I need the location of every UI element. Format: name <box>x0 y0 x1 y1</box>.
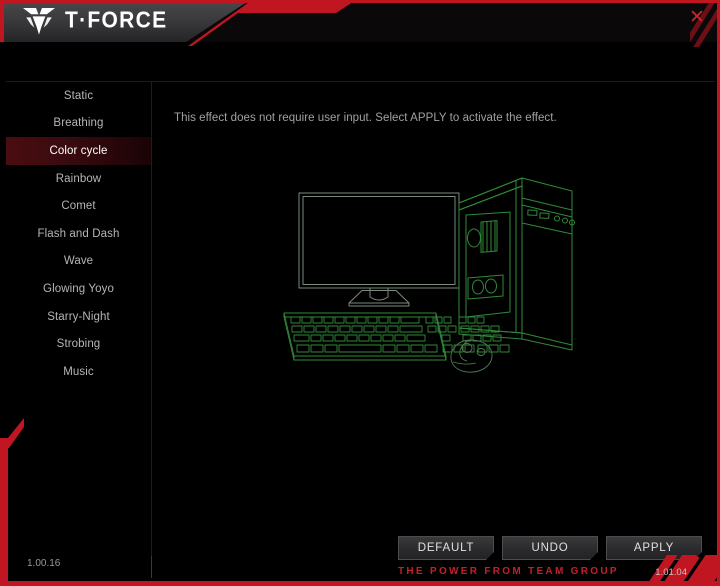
sidebar-item-label: Strobing <box>56 338 101 351</box>
sidebar-item-label: Static <box>63 89 94 102</box>
sidebar-item-label: Music <box>63 365 94 378</box>
sidebar-item-starry-night[interactable]: Starry-Night <box>6 303 151 331</box>
undo-button[interactable]: UNDO <box>502 536 598 560</box>
sidebar-item-wave[interactable]: Wave <box>6 248 151 276</box>
footer-divider <box>151 556 152 578</box>
sidebar-item-strobing[interactable]: Strobing <box>6 330 151 358</box>
close-button[interactable]: ✕ <box>684 5 710 29</box>
sidebar-item-label: Glowing Yoyo <box>43 282 114 295</box>
effects-sidebar: Static Breathing Color cycle Rainbow Comet Fl… <box>6 82 151 412</box>
sidebar-item-label: Rainbow <box>55 172 102 185</box>
effect-hint-text: This effect does not require user input.… <box>174 112 557 124</box>
title-bar: T·FORCE ✕ <box>0 0 720 47</box>
sub-header-bar <box>0 42 720 81</box>
sidebar-item-label: Breathing <box>53 117 104 130</box>
tforce-app-window: T·FORCE ✕ ON OFF StaticBreathingColor cy… <box>0 0 720 586</box>
default-button[interactable]: DEFAULT <box>398 536 494 560</box>
window-frame-left-upper <box>0 0 4 42</box>
sidebar-item-rainbow[interactable]: Rainbow <box>6 165 151 193</box>
sidebar-item-label: Flash and Dash <box>37 227 120 240</box>
sidebar-item-flash-and-dash[interactable]: Flash and Dash <box>6 220 151 248</box>
sidebar-divider <box>151 81 152 571</box>
sidebar-item-label: Starry-Night <box>47 310 110 323</box>
sidebar-item-label: Comet <box>61 200 96 213</box>
sidebar-item-comet[interactable]: Comet <box>6 192 151 220</box>
sidebar-item-breathing[interactable]: Breathing <box>6 110 151 138</box>
version-right: 1.01.04 <box>655 567 687 578</box>
brand-title: T·FORCE <box>65 7 168 34</box>
sidebar-item-static[interactable]: Static <box>6 82 151 110</box>
sidebar-item-color-cycle[interactable]: Color cycle <box>6 137 151 165</box>
header-separator <box>6 81 715 82</box>
window-frame-bottom <box>0 581 720 586</box>
desktop-pc-illustration <box>270 170 590 380</box>
sidebar-item-glowing-yoyo[interactable]: Glowing Yoyo <box>6 275 151 303</box>
sidebar-item-music[interactable]: Music <box>6 358 151 386</box>
version-left: 1.00.16 <box>27 558 61 569</box>
window-frame-top <box>0 0 720 3</box>
window-frame-left-lower <box>0 438 8 586</box>
tforce-logo-icon <box>22 6 56 36</box>
brand-logo: T·FORCE <box>22 6 167 36</box>
brand-tagline: THE POWER FROM TEAM GROUP <box>398 566 619 577</box>
sidebar-item-label: Wave <box>63 255 94 268</box>
sidebar-item-label: Color cycle <box>49 144 108 157</box>
